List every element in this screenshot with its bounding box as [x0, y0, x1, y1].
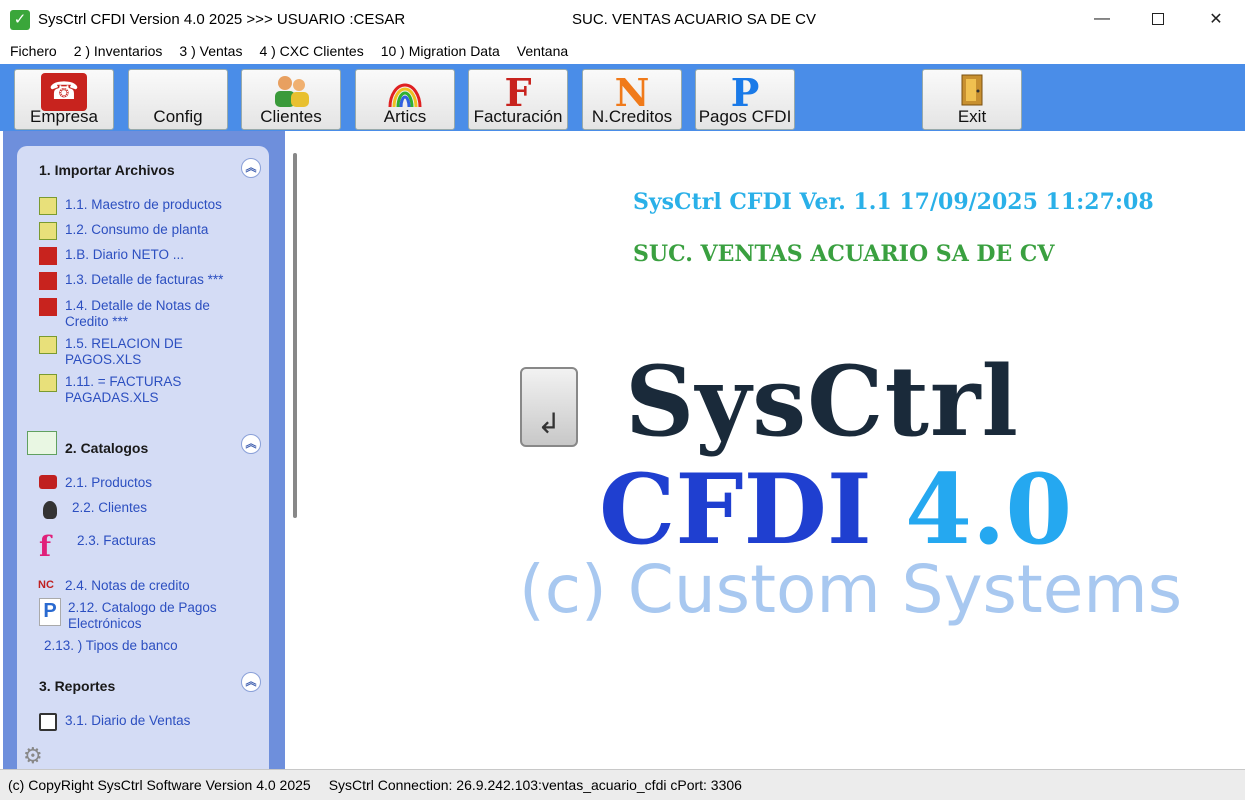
book-icon — [39, 475, 57, 489]
sidebar-item-diario-ventas[interactable]: 3.1. Diario de Ventas — [65, 713, 255, 729]
sidebar-item-productos[interactable]: 2.1. Productos — [65, 475, 255, 491]
config-button[interactable]: Config — [128, 69, 228, 130]
artics-label: Artics — [383, 107, 427, 126]
sidebar: 1. Importar Archivos ︽ 1.1. Maestro de p… — [3, 131, 285, 769]
config-label: Config — [153, 107, 203, 126]
sidebar-item-relacion-pagos[interactable]: 1.5. RELACION DE PAGOS.XLS — [65, 336, 195, 368]
section-importar-archivos[interactable]: 1. Importar Archivos — [39, 162, 175, 178]
logo-version: 4.0 — [905, 453, 1073, 566]
pagos-p-icon: P — [39, 598, 61, 626]
facturacion-button[interactable]: F Facturación — [468, 69, 568, 130]
collapse-icon[interactable]: ︽ — [241, 672, 261, 692]
artics-button[interactable]: Artics — [355, 69, 455, 130]
sidebar-item-consumo-planta[interactable]: 1.2. Consumo de planta — [65, 222, 255, 238]
pagos-cfdi-button[interactable]: P Pagos CFDI — [695, 69, 795, 130]
report-magnifier-icon — [39, 713, 57, 731]
collapse-icon[interactable]: ︽ — [241, 158, 261, 178]
sidebar-item-detalle-facturas[interactable]: 1.3. Detalle de facturas *** — [65, 272, 255, 288]
menu-bar: Fichero 2 ) Inventarios 3 ) Ventas 4 ) C… — [0, 38, 1245, 64]
main-content: SysCtrl CFDI Ver. 1.1 17/09/2025 11:27:0… — [303, 131, 1245, 769]
door-icon — [961, 74, 983, 106]
clientes-button[interactable]: Clientes — [241, 69, 341, 130]
window-title: SysCtrl CFDI Version 4.0 2025 >>> USUARI… — [38, 11, 406, 28]
company-line: SUC. VENTAS ACUARIO SA DE CV — [633, 241, 1055, 267]
logo-custom-systems: (c) Custom Systems — [519, 551, 1183, 628]
spreadsheet-icon — [39, 222, 57, 240]
section-catalogos[interactable]: 2. Catalogos — [65, 440, 148, 456]
gear-icon: ⚙ — [23, 743, 43, 768]
pdf-icon — [39, 272, 57, 290]
status-connection: SysCtrl Connection: 26.9.242.103:ventas_… — [328, 777, 742, 793]
status-bar: (c) CopyRight SysCtrl Software Version 4… — [0, 769, 1245, 800]
sidebar-item-facturas-pagadas[interactable]: 1.11. = FACTURAS PAGADAS.XLS — [65, 374, 195, 406]
close-button[interactable]: ✕ — [1186, 0, 1245, 38]
sidebar-item-detalle-notas-credito[interactable]: 1.4. Detalle de Notas de Credito *** — [65, 298, 225, 330]
spreadsheet-icon — [39, 197, 57, 215]
facturas-f-icon: f — [39, 530, 52, 563]
exit-button[interactable]: Exit — [922, 69, 1022, 130]
menu-cxc-clientes[interactable]: 4 ) CXC Clientes — [259, 43, 363, 59]
sidebar-item-catalogo-pagos[interactable]: 2.12. Catalogo de Pagos Electrónicos — [68, 600, 238, 632]
rainbow-icon — [388, 83, 422, 107]
minimize-button[interactable]: — — [1072, 0, 1132, 38]
menu-fichero[interactable]: Fichero — [10, 43, 57, 59]
table-icon — [27, 431, 57, 455]
status-copyright: (c) CopyRight SysCtrl Software Version 4… — [8, 777, 311, 793]
logo-cfdi-text: CFDI — [599, 453, 906, 566]
window-company: SUC. VENTAS ACUARIO SA DE CV — [572, 11, 816, 28]
empresa-button[interactable]: ☎ Empresa — [14, 69, 114, 130]
sidebar-item-tipos-banco[interactable]: 2.13. ) Tipos de banco — [44, 638, 244, 654]
maximize-icon — [1152, 13, 1164, 25]
f-letter-icon: F — [504, 70, 532, 115]
people-icon — [275, 76, 309, 107]
sidebar-item-facturas[interactable]: 2.3. Facturas — [77, 533, 247, 549]
app-check-icon: ✓ — [10, 10, 30, 30]
title-bar: ✓ SysCtrl CFDI Version 4.0 2025 >>> USUA… — [0, 0, 1245, 38]
nc-icon: NC — [38, 579, 54, 591]
sidebar-item-clientes[interactable]: 2.2. Clientes — [72, 500, 252, 516]
pdf-icon — [39, 247, 57, 265]
version-line: SysCtrl CFDI Ver. 1.1 17/09/2025 11:27:0… — [633, 189, 1154, 215]
enter-key-icon[interactable]: ↲ — [520, 367, 578, 447]
exit-label: Exit — [957, 107, 987, 126]
collapse-icon[interactable]: ︽ — [241, 434, 261, 454]
clientes-label: Clientes — [260, 107, 322, 126]
ncreditos-button[interactable]: N N.Creditos — [582, 69, 682, 130]
menu-migration-data[interactable]: 10 ) Migration Data — [381, 43, 500, 59]
pdf-icon — [39, 298, 57, 316]
sidebar-item-maestro-productos[interactable]: 1.1. Maestro de productos — [65, 197, 255, 213]
section-reportes[interactable]: 3. Reportes — [39, 678, 115, 694]
phone-icon: ☎ — [41, 73, 87, 111]
close-icon: ✕ — [1209, 11, 1223, 28]
p-letter-icon: P — [730, 70, 760, 115]
toolbar: ☎ Empresa Config Clientes Artics F Factu… — [0, 64, 1245, 131]
menu-inventarios[interactable]: 2 ) Inventarios — [74, 43, 163, 59]
maximize-button[interactable] — [1128, 0, 1188, 38]
logo-cfdi: CFDI 4.0 — [599, 453, 1072, 566]
logo-sysctrl: SysCtrl — [625, 345, 1019, 458]
spreadsheet-icon — [39, 374, 57, 392]
n-letter-icon: N — [614, 70, 650, 115]
spreadsheet-icon — [39, 336, 57, 354]
sidebar-scrollbar[interactable] — [293, 153, 297, 518]
sidebar-item-diario-neto[interactable]: 1.B. Diario NETO ... — [65, 247, 255, 263]
menu-ventana[interactable]: Ventana — [517, 43, 568, 59]
person-icon — [43, 501, 57, 519]
menu-ventas[interactable]: 3 ) Ventas — [179, 43, 242, 59]
sidebar-item-notas-credito[interactable]: 2.4. Notas de credito — [65, 578, 255, 594]
minimize-icon: — — [1094, 10, 1110, 27]
